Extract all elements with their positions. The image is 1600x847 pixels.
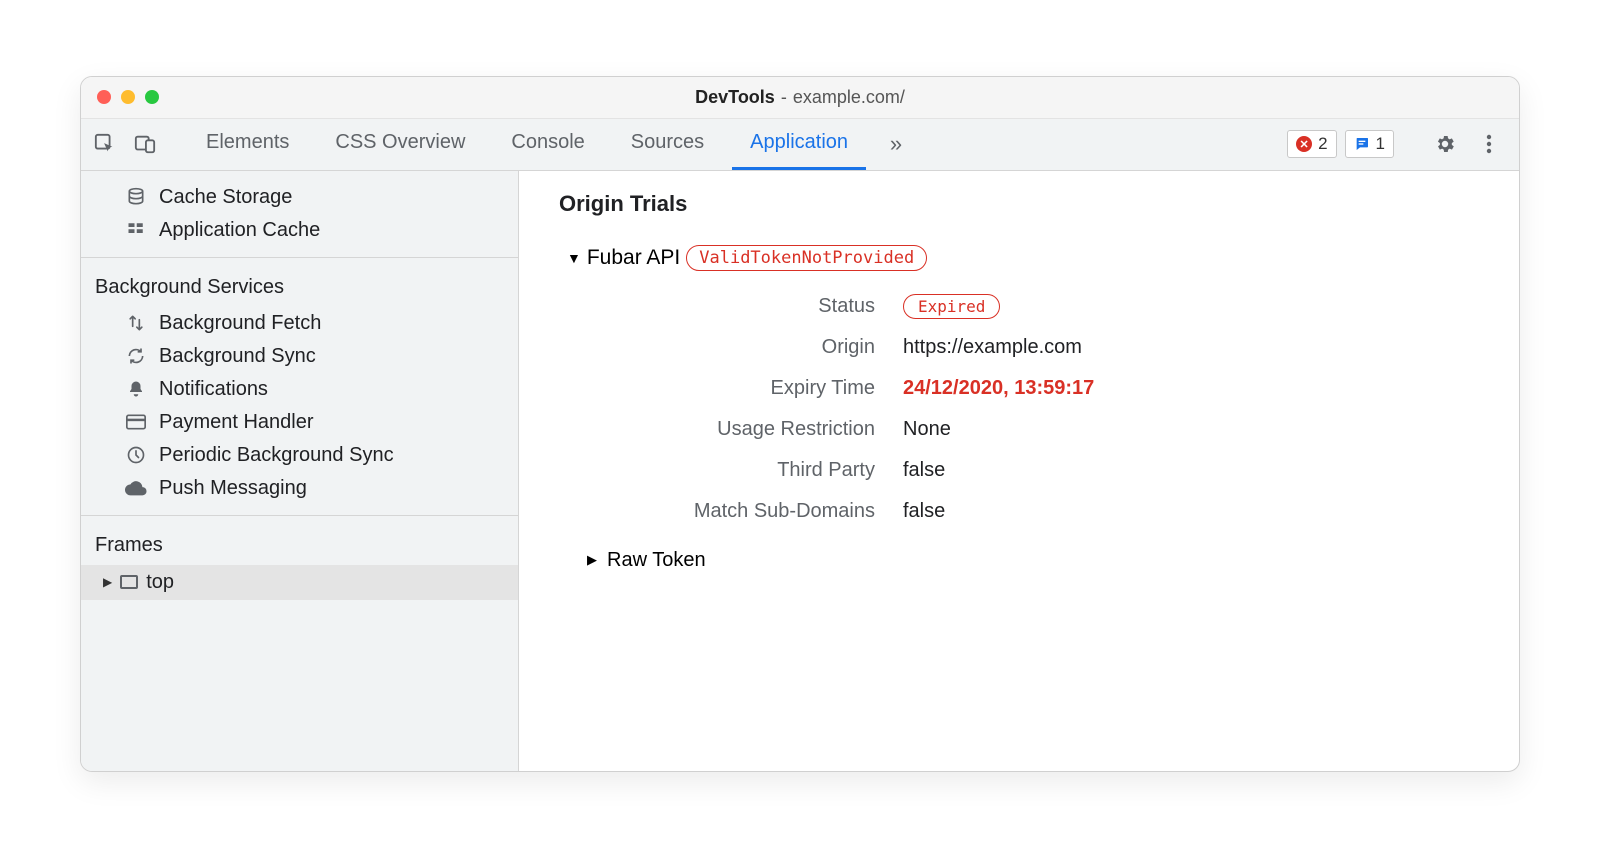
label-usage: Usage Restriction [623, 418, 903, 441]
status-pill: Expired [903, 294, 1000, 319]
value-match-subdomains: false [903, 500, 1479, 523]
sidebar-item-cache-storage[interactable]: Cache Storage [81, 181, 518, 214]
minimize-window-button[interactable] [121, 90, 135, 104]
inspect-icon [94, 133, 116, 155]
up-down-arrows-icon [125, 313, 147, 333]
credit-card-icon [125, 414, 147, 430]
sidebar-item-label: Payment Handler [159, 411, 314, 434]
devtools-window: DevTools - example.com/ Elements [80, 76, 1520, 772]
clock-icon [125, 445, 147, 465]
cloud-icon [125, 480, 147, 496]
sidebar-item-label: Application Cache [159, 219, 320, 242]
tab-css-overview[interactable]: CSS Overview [317, 119, 483, 170]
value-usage: None [903, 418, 1479, 441]
label-match-subdomains: Match Sub-Domains [623, 500, 903, 523]
raw-token-toggle[interactable]: ▶ Raw Token [587, 549, 1479, 572]
tab-label: Application [750, 131, 848, 154]
label-origin: Origin [623, 336, 903, 359]
panel-body: Cache Storage Application Cache Backgrou… [81, 171, 1519, 771]
maximize-window-button[interactable] [145, 90, 159, 104]
error-count: 2 [1318, 134, 1327, 154]
error-icon: ✕ [1296, 136, 1312, 152]
tab-label: CSS Overview [335, 131, 465, 154]
value-third-party: false [903, 459, 1479, 482]
more-tabs-button[interactable]: » [876, 119, 916, 170]
expand-triangle-icon: ▶ [587, 552, 597, 568]
sidebar-item-label: Background Fetch [159, 312, 321, 335]
label-status: Status [623, 295, 903, 318]
sync-icon [125, 346, 147, 366]
app-name: DevTools [695, 87, 775, 108]
window-controls [97, 90, 159, 104]
trial-details-grid: Status Expired Origin https://example.co… [623, 295, 1479, 523]
label-expiry: Expiry Time [623, 377, 903, 400]
application-sidebar: Cache Storage Application Cache Backgrou… [81, 171, 519, 771]
sidebar-item-label: Push Messaging [159, 477, 307, 500]
sidebar-item-background-sync[interactable]: Background Sync [81, 340, 518, 373]
panel-tabs: Elements CSS Overview Console Sources Ap… [188, 119, 916, 170]
tab-console[interactable]: Console [493, 119, 602, 170]
sidebar-item-background-fetch[interactable]: Background Fetch [81, 307, 518, 340]
value-status: Expired [903, 295, 1479, 318]
main-panel: Origin Trials ▼ Fubar API ValidTokenNotP… [519, 171, 1519, 771]
expand-triangle-icon: ▶ [103, 575, 112, 589]
sidebar-item-label: Periodic Background Sync [159, 444, 394, 467]
titlebar: DevTools - example.com/ [81, 77, 1519, 119]
sidebar-section-frames: Frames [81, 515, 518, 565]
sidebar-item-label: Notifications [159, 378, 268, 401]
raw-token-label: Raw Token [607, 549, 706, 572]
frame-label: top [146, 571, 174, 594]
tab-application[interactable]: Application [732, 119, 866, 170]
section-title: Background Services [95, 276, 284, 298]
grid-icon [125, 221, 147, 239]
sidebar-item-periodic-sync[interactable]: Periodic Background Sync [81, 439, 518, 472]
value-expiry: 24/12/2020, 13:59:17 [903, 377, 1479, 400]
trial-name: Fubar API [587, 246, 680, 270]
message-count: 1 [1376, 134, 1385, 154]
label-third-party: Third Party [623, 459, 903, 482]
sidebar-item-label: Background Sync [159, 345, 316, 368]
title-separator: - [781, 87, 787, 108]
token-status-pill: ValidTokenNotProvided [686, 245, 927, 271]
gear-icon [1434, 133, 1456, 155]
page-title: Origin Trials [559, 191, 1479, 217]
bell-icon [125, 380, 147, 398]
inspect-element-button[interactable] [85, 118, 125, 170]
message-icon [1354, 136, 1370, 152]
errors-badge[interactable]: ✕ 2 [1287, 130, 1336, 158]
sidebar-section-background-services: Background Services [81, 257, 518, 307]
value-origin: https://example.com [903, 336, 1479, 359]
kebab-icon [1486, 134, 1492, 154]
inspected-url: example.com/ [793, 87, 905, 108]
devtools-toolbar: Elements CSS Overview Console Sources Ap… [81, 119, 1519, 171]
settings-button[interactable] [1427, 133, 1463, 155]
section-title: Frames [95, 534, 163, 556]
messages-badge[interactable]: 1 [1345, 130, 1394, 158]
origin-trial-header[interactable]: ▼ Fubar API ValidTokenNotProvided [567, 245, 1479, 271]
collapse-triangle-icon: ▼ [567, 250, 581, 266]
database-icon [125, 187, 147, 207]
sidebar-item-payment-handler[interactable]: Payment Handler [81, 406, 518, 439]
sidebar-item-application-cache[interactable]: Application Cache [81, 214, 518, 247]
tab-label: Sources [631, 131, 704, 154]
sidebar-item-push-messaging[interactable]: Push Messaging [81, 472, 518, 505]
sidebar-item-notifications[interactable]: Notifications [81, 373, 518, 406]
window-title: DevTools - example.com/ [695, 87, 905, 108]
sidebar-item-frame-top[interactable]: ▶ top [81, 565, 518, 600]
device-toolbar-button[interactable] [125, 118, 165, 170]
more-options-button[interactable] [1471, 134, 1507, 154]
chevron-double-right-icon: » [890, 131, 902, 157]
tab-elements[interactable]: Elements [188, 119, 307, 170]
tab-sources[interactable]: Sources [613, 119, 722, 170]
close-window-button[interactable] [97, 90, 111, 104]
sidebar-item-label: Cache Storage [159, 186, 292, 209]
tab-label: Console [511, 131, 584, 154]
devices-icon [134, 133, 156, 155]
frame-icon [120, 575, 138, 589]
tab-label: Elements [206, 131, 289, 154]
